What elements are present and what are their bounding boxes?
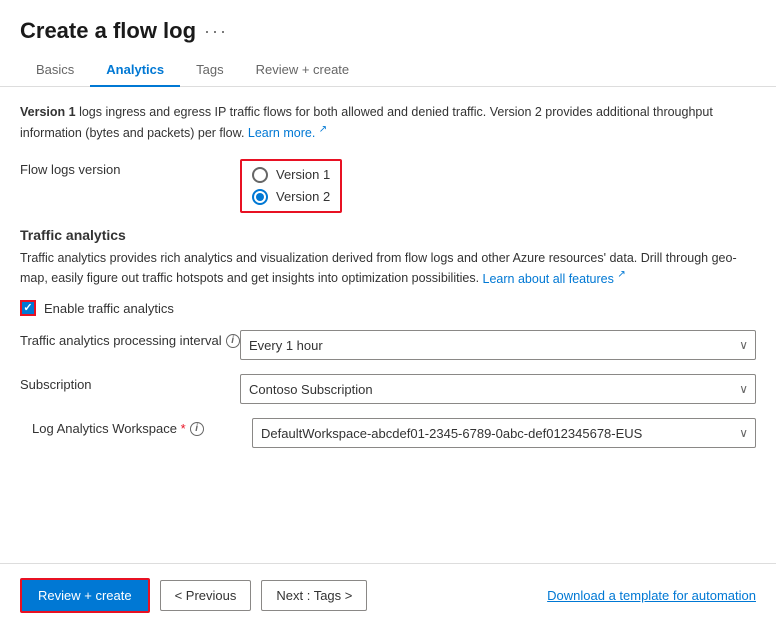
- review-create-button[interactable]: Review + create: [20, 578, 150, 613]
- external-link-icon2: ↗: [617, 267, 625, 282]
- radio-circle-v2[interactable]: [252, 189, 268, 205]
- footer: Review + create < Previous Next : Tags >…: [0, 563, 776, 627]
- version-info-text: Version 1 logs ingress and egress IP tra…: [20, 103, 756, 143]
- enable-analytics-checkbox[interactable]: ✓: [20, 300, 36, 316]
- processing-interval-row: Traffic analytics processing interval i …: [20, 330, 756, 360]
- page-title: Create a flow log: [20, 18, 196, 44]
- log-analytics-workspace-row: Log Analytics Workspace * i DefaultWorks…: [20, 418, 756, 448]
- previous-button[interactable]: < Previous: [160, 580, 252, 611]
- learn-features-link[interactable]: Learn about all features ↗: [483, 272, 626, 286]
- traffic-analytics-desc: Traffic analytics provides rich analytic…: [20, 249, 756, 289]
- next-button[interactable]: Next : Tags >: [261, 580, 367, 611]
- learn-more-link[interactable]: Learn more. ↗: [248, 126, 327, 140]
- checkmark-icon: ✓: [23, 303, 32, 314]
- workspace-info-icon[interactable]: i: [190, 422, 204, 436]
- header-ellipsis[interactable]: ···: [204, 21, 228, 42]
- radio-label-v2: Version 2: [276, 189, 330, 204]
- radio-label-v1: Version 1: [276, 167, 330, 182]
- download-template-link[interactable]: Download a template for automation: [547, 588, 756, 603]
- subscription-dropdown[interactable]: Contoso Subscription: [240, 374, 756, 404]
- external-link-icon: ↗: [319, 122, 327, 137]
- tab-analytics[interactable]: Analytics: [90, 54, 180, 87]
- radio-version1[interactable]: Version 1: [252, 167, 330, 183]
- log-analytics-workspace-label: Log Analytics Workspace * i: [32, 418, 252, 436]
- required-star: *: [181, 421, 186, 436]
- subscription-label: Subscription: [20, 374, 240, 392]
- main-content: Version 1 logs ingress and egress IP tra…: [0, 87, 776, 563]
- processing-interval-info-icon[interactable]: i: [226, 334, 240, 348]
- tab-review-create[interactable]: Review + create: [240, 54, 366, 87]
- tab-bar: Basics Analytics Tags Review + create: [0, 54, 776, 87]
- radio-version2[interactable]: Version 2: [252, 189, 330, 205]
- enable-analytics-label: Enable traffic analytics: [44, 301, 174, 316]
- subscription-control: Contoso Subscription ∨: [240, 374, 756, 404]
- version-radio-group: Version 1 Version 2: [240, 159, 342, 213]
- traffic-analytics-title: Traffic analytics: [20, 227, 756, 243]
- flow-logs-version-row: Flow logs version Version 1 Version 2: [20, 159, 756, 213]
- page-header: Create a flow log ···: [0, 0, 776, 54]
- processing-interval-dropdown[interactable]: Every 10 mins Every 1 hour: [240, 330, 756, 360]
- tab-tags[interactable]: Tags: [180, 54, 239, 87]
- processing-interval-label: Traffic analytics processing interval i: [20, 330, 240, 348]
- workspace-dropdown[interactable]: DefaultWorkspace-abcdef01-2345-6789-0abc…: [252, 418, 756, 448]
- workspace-control: DefaultWorkspace-abcdef01-2345-6789-0abc…: [252, 418, 756, 448]
- flow-logs-version-label: Flow logs version: [20, 159, 240, 177]
- enable-analytics-row[interactable]: ✓ Enable traffic analytics: [20, 300, 756, 316]
- tab-basics[interactable]: Basics: [20, 54, 90, 87]
- traffic-analytics-section: Traffic analytics Traffic analytics prov…: [20, 227, 756, 449]
- radio-circle-v1[interactable]: [252, 167, 268, 183]
- subscription-row: Subscription Contoso Subscription ∨: [20, 374, 756, 404]
- processing-interval-control: Every 10 mins Every 1 hour ∨: [240, 330, 756, 360]
- flow-logs-version-control: Version 1 Version 2: [240, 159, 756, 213]
